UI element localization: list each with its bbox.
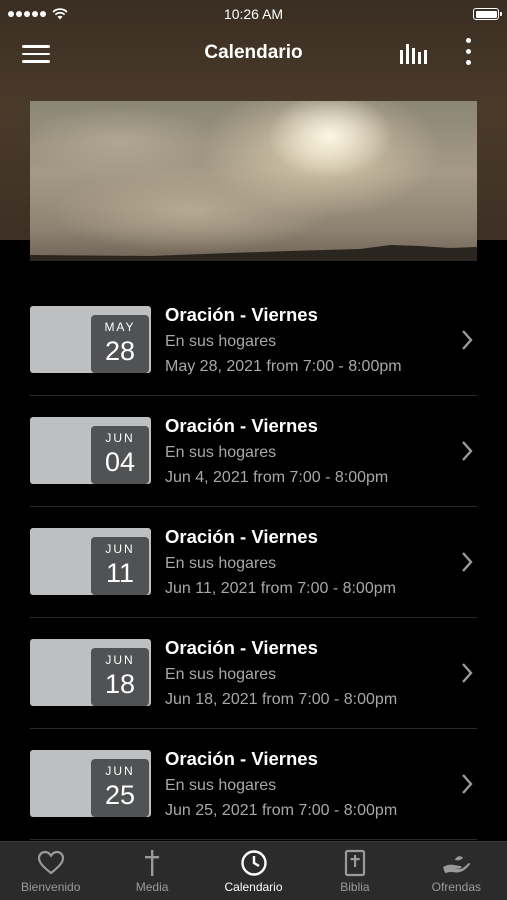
tab-biblia[interactable]: Biblia	[304, 842, 405, 900]
event-title: Oración - Viernes	[165, 748, 318, 769]
cross-icon	[145, 850, 160, 876]
event-title: Oración - Viernes	[165, 304, 318, 325]
tab-label: Ofrendas	[431, 880, 481, 894]
event-info: Oración - Viernes En sus hogares Jun 11,…	[165, 526, 396, 599]
hills-silhouette	[30, 245, 477, 261]
event-row[interactable]: JUN 25 Oración - Viernes En sus hogares …	[0, 729, 507, 840]
event-row[interactable]: MAY 28 Oración - Viernes En sus hogares …	[0, 285, 507, 396]
tab-label: Calendario	[224, 880, 283, 894]
event-location: En sus hogares	[165, 333, 277, 350]
event-info: Oración - Viernes En sus hogares May 28,…	[165, 304, 402, 377]
date-month: MAY	[104, 320, 136, 334]
event-thumbnail: JUN 18	[30, 639, 151, 706]
more-options-button[interactable]	[458, 38, 478, 68]
event-datetime: Jun 4, 2021 from 7:00 - 8:00pm	[165, 469, 389, 486]
date-day: 28	[104, 336, 136, 366]
event-info: Oración - Viernes En sus hogares Jun 4, …	[165, 415, 388, 488]
event-thumbnail: JUN 11	[30, 528, 151, 595]
status-time: 10:26 AM	[223, 6, 284, 22]
tab-bienvenido[interactable]: Bienvenido	[0, 842, 101, 900]
nav-bar: Calendario	[0, 28, 507, 78]
date-day: 04	[104, 447, 136, 477]
tab-calendario[interactable]: Calendario	[203, 842, 304, 900]
date-month: JUN	[105, 431, 135, 445]
event-location: En sus hogares	[165, 666, 277, 683]
tab-label: Media	[135, 880, 169, 894]
event-info: Oración - Viernes En sus hogares Jun 25,…	[165, 748, 397, 821]
clock-icon	[240, 850, 267, 876]
date-badge: JUN 18	[91, 648, 149, 706]
event-datetime: Jun 25, 2021 from 7:00 - 8:00pm	[165, 802, 398, 819]
event-location: En sus hogares	[165, 444, 277, 461]
tab-bar: Bienvenido Media Calendario Biblia Ofren…	[0, 841, 507, 900]
event-datetime: May 28, 2021 from 7:00 - 8:00pm	[165, 358, 402, 375]
more-vertical-icon	[465, 38, 471, 43]
date-month: JUN	[105, 764, 135, 778]
event-thumbnail: JUN 04	[30, 417, 151, 484]
date-badge: JUN 25	[91, 759, 149, 817]
date-badge: JUN 11	[91, 537, 149, 595]
date-day: 11	[105, 558, 135, 588]
date-badge: JUN 04	[91, 426, 149, 484]
event-title: Oración - Viernes	[165, 526, 318, 547]
tab-media[interactable]: Media	[101, 842, 202, 900]
chevron-right-icon	[462, 330, 473, 350]
event-row[interactable]: JUN 04 Oración - Viernes En sus hogares …	[0, 396, 507, 507]
date-badge: MAY 28	[91, 315, 149, 373]
chevron-right-icon	[462, 663, 473, 683]
bible-icon	[344, 849, 366, 877]
date-day: 25	[104, 780, 136, 810]
event-info: Oración - Viernes En sus hogares Jun 18,…	[165, 637, 397, 710]
date-month: JUN	[105, 653, 135, 667]
heart-icon	[37, 850, 64, 875]
tab-ofrendas[interactable]: Ofrendas	[406, 842, 507, 900]
chevron-right-icon	[462, 774, 473, 794]
equalizer-icon	[400, 44, 427, 64]
chevron-right-icon	[462, 441, 473, 461]
event-title: Oración - Viernes	[165, 637, 318, 658]
tab-label: Bienvenido	[21, 880, 81, 894]
event-title: Oración - Viernes	[165, 415, 318, 436]
menu-button[interactable]	[22, 41, 52, 65]
event-list: MAY 28 Oración - Viernes En sus hogares …	[0, 285, 507, 840]
date-month: JUN	[105, 542, 135, 556]
audio-bars-button[interactable]	[398, 40, 430, 71]
event-thumbnail: MAY 28	[30, 306, 151, 373]
battery-icon	[473, 8, 502, 20]
event-datetime: Jun 18, 2021 from 7:00 - 8:00pm	[165, 691, 398, 708]
hand-icon	[443, 856, 471, 873]
event-thumbnail: JUN 25	[30, 750, 151, 817]
event-location: En sus hogares	[165, 777, 277, 794]
page-title: Calendario	[204, 42, 303, 63]
chevron-right-icon	[462, 552, 473, 572]
date-day: 18	[104, 669, 136, 699]
event-location: En sus hogares	[165, 555, 277, 572]
event-row[interactable]: JUN 18 Oración - Viernes En sus hogares …	[0, 618, 507, 729]
tab-label: Biblia	[340, 880, 370, 894]
event-datetime: Jun 11, 2021 from 7:00 - 8:00pm	[165, 580, 396, 597]
status-bar: 10:26 AM	[0, 0, 507, 28]
hamburger-icon	[22, 45, 50, 48]
event-row[interactable]: JUN 11 Oración - Viernes En sus hogares …	[0, 507, 507, 618]
hero-image	[30, 101, 477, 261]
